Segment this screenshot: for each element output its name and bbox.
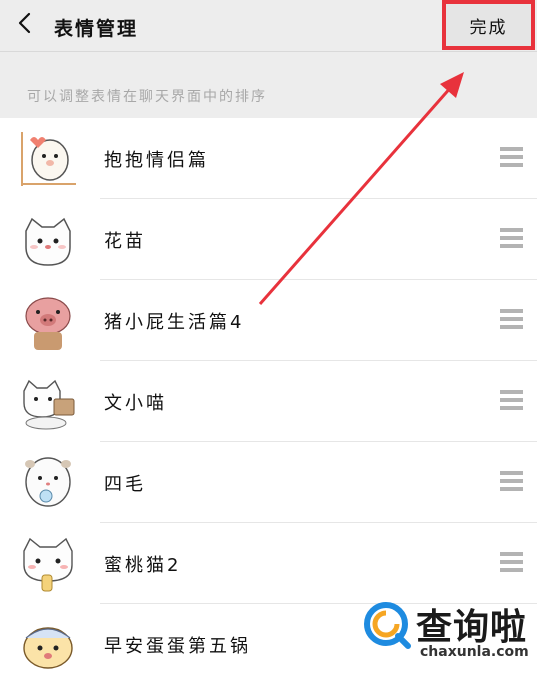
magnifier-logo-icon — [364, 602, 411, 649]
watermark-title: 查询啦 — [416, 607, 528, 648]
sticker-name: 抱抱情侣篇 — [104, 150, 209, 171]
pig-sticker-icon — [16, 288, 80, 352]
sticker-name: 猪小屁生活篇4 — [104, 312, 245, 333]
drag-handle-icon[interactable] — [500, 147, 523, 170]
hamster-sticker-icon — [16, 612, 80, 676]
sticker-name: 文小喵 — [104, 393, 167, 414]
list-item: 花苗 — [0, 199, 537, 280]
drag-handle-icon[interactable] — [500, 471, 523, 494]
cat-sticker-icon — [16, 531, 80, 595]
drag-handle-icon[interactable] — [500, 309, 523, 332]
watermark-url: chaxunla.com — [420, 644, 529, 660]
cat-sticker-icon — [16, 207, 80, 271]
list-item: 抱抱情侣篇 — [0, 118, 537, 199]
sort-hint-text: 可以调整表情在聊天界面中的排序 — [27, 89, 267, 105]
sticker-name: 四毛 — [104, 474, 146, 495]
drag-handle-icon[interactable] — [500, 228, 523, 251]
list-item: 蜜桃猫2 — [0, 523, 537, 604]
seal-sticker-icon — [16, 126, 80, 190]
cat-sticker-icon — [16, 369, 80, 433]
sticker-name: 花苗 — [104, 231, 146, 252]
sticker-name: 早安蛋蛋第五锅 — [104, 636, 251, 657]
list-item: 四毛 — [0, 442, 537, 523]
drag-handle-icon[interactable] — [500, 390, 523, 413]
list-item: 文小喵 — [0, 361, 537, 442]
sticker-name: 蜜桃猫2 — [104, 555, 182, 576]
back-button[interactable] — [14, 11, 38, 35]
done-button[interactable]: 完成 — [442, 0, 535, 50]
list-item: 猪小屁生活篇4 — [0, 280, 537, 361]
chevron-left-icon — [18, 12, 31, 34]
hamster-sticker-icon — [16, 450, 80, 514]
page-title: 表情管理 — [54, 18, 139, 40]
drag-handle-icon[interactable] — [500, 552, 523, 575]
watermark: 查询啦 chaxunla.com — [362, 598, 532, 664]
